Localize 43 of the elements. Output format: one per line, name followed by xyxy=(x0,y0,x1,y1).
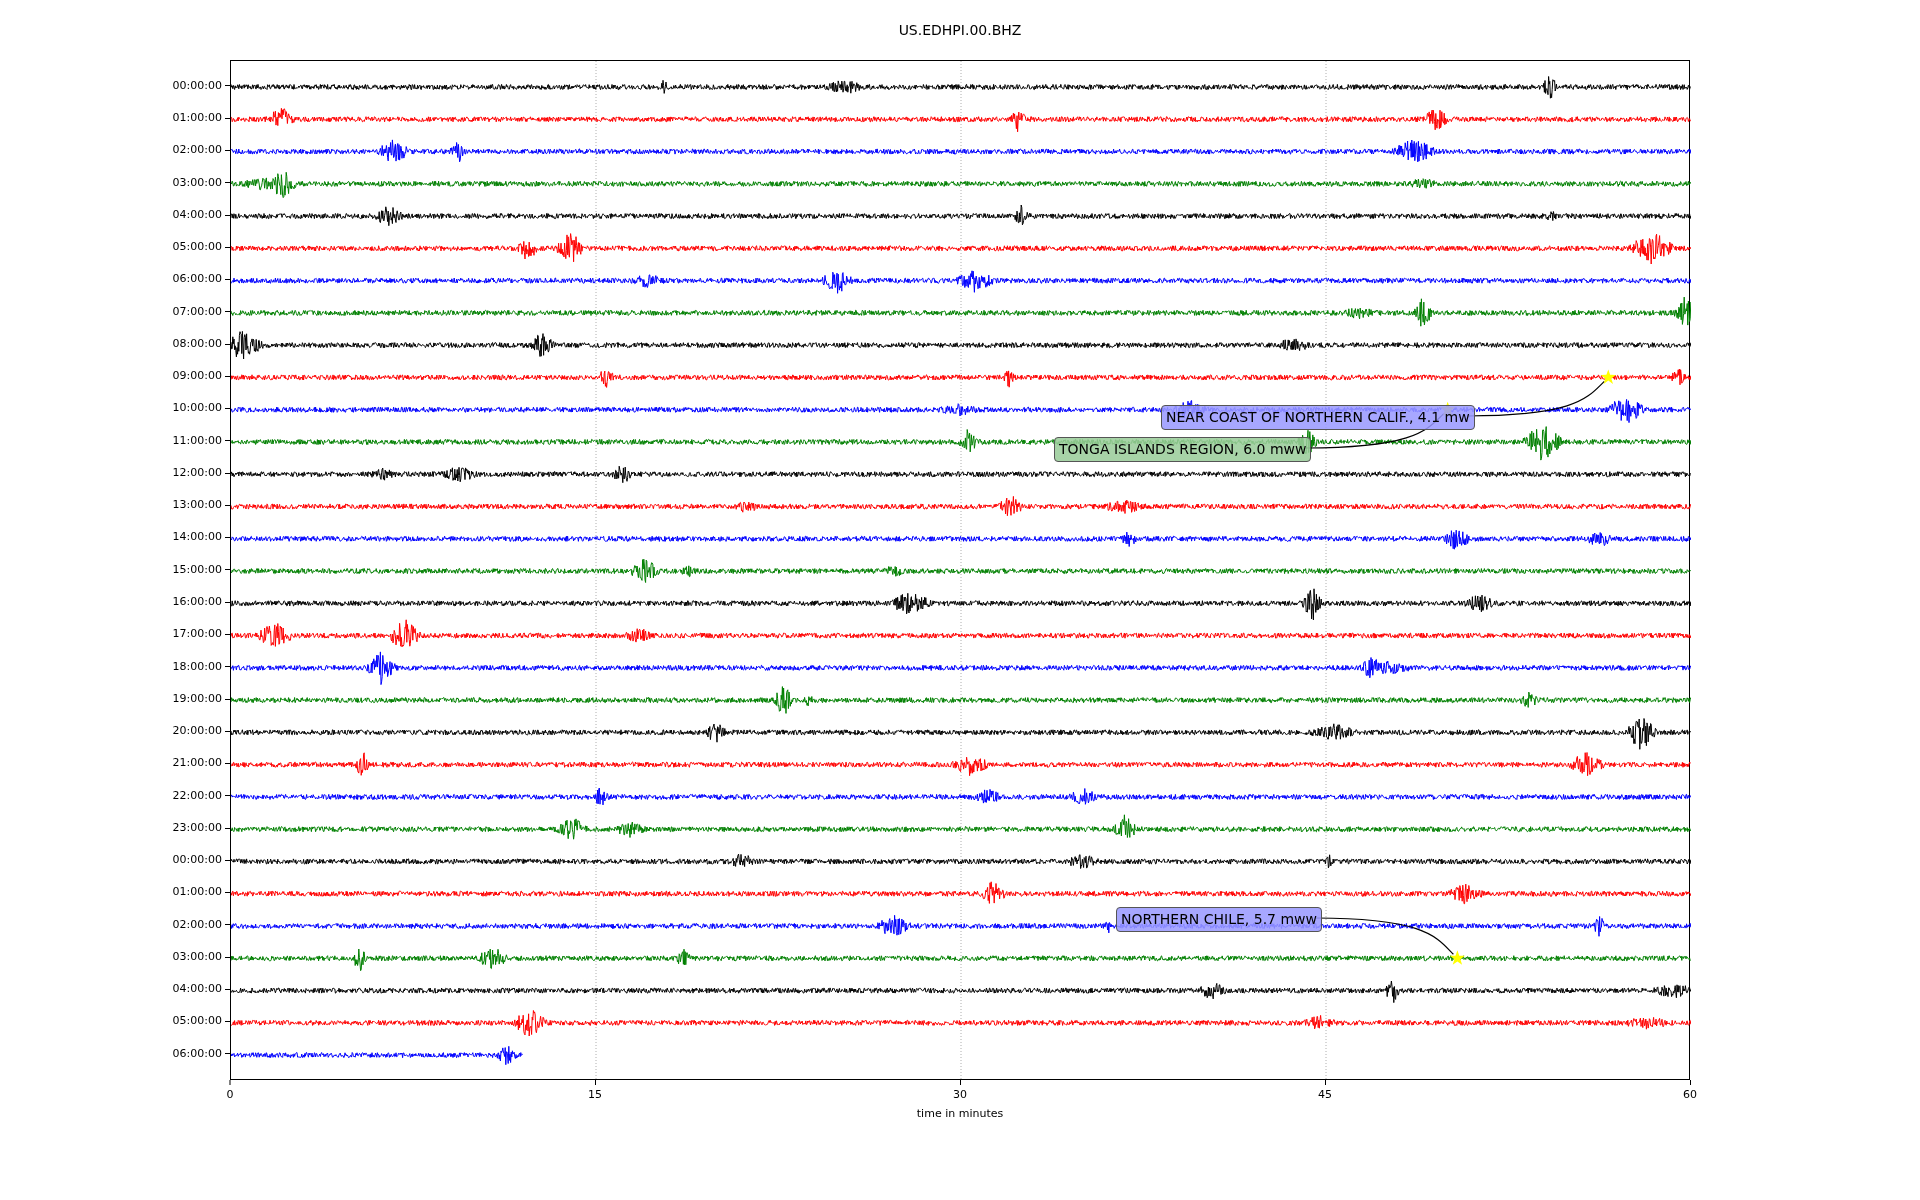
chart-title: US.EDHPI.00.BHZ xyxy=(898,20,1022,40)
event-label: TONGA ISLANDS REGION, 6.0 mww xyxy=(1054,437,1312,462)
time-label: 20:00:00 xyxy=(172,723,222,740)
time-label: 21:00:00 xyxy=(172,755,222,772)
time-label: 11:00:00 xyxy=(172,432,222,449)
axis-tick-label: 45 xyxy=(1318,1087,1332,1103)
time-label: 07:00:00 xyxy=(172,303,222,320)
time-label: 01:00:00 xyxy=(172,884,222,901)
time-label: 12:00:00 xyxy=(172,464,222,481)
time-label: 05:00:00 xyxy=(172,239,222,256)
axis-tick-label: 15 xyxy=(588,1087,602,1103)
axis-tick-label: 60 xyxy=(1683,1087,1697,1103)
time-label: 00:00:00 xyxy=(172,852,222,869)
time-label: 08:00:00 xyxy=(172,335,222,352)
time-label: 00:00:00 xyxy=(172,77,222,94)
time-label: 16:00:00 xyxy=(172,594,222,610)
time-label: 22:00:00 xyxy=(172,787,222,804)
time-label: 14:00:00 xyxy=(172,529,222,546)
time-label: 03:00:00 xyxy=(172,174,222,191)
axis-tick-label: 0 xyxy=(226,1087,234,1103)
time-label: 02:00:00 xyxy=(172,916,222,933)
time-label: 18:00:00 xyxy=(172,658,222,675)
time-label: 15:00:00 xyxy=(172,561,222,578)
time-label: 23:00:00 xyxy=(172,819,222,836)
time-label: 19:00:00 xyxy=(172,690,222,707)
time-label: 05:00:00 xyxy=(172,1013,222,1030)
star-icon xyxy=(1600,369,1616,384)
time-label: 01:00:00 xyxy=(172,110,222,126)
event-label: NEAR COAST OF NORTHERN CALIF., 4.1 mw xyxy=(1161,405,1475,430)
time-label: 02:00:00 xyxy=(172,142,222,159)
star-icon xyxy=(1449,950,1465,965)
time-label: 13:00:00 xyxy=(172,497,222,514)
time-label: 03:00:00 xyxy=(172,948,222,965)
time-label: 04:00:00 xyxy=(172,206,222,223)
time-label: 04:00:00 xyxy=(172,981,222,998)
time-label: 10:00:00 xyxy=(172,400,222,417)
time-label: 17:00:00 xyxy=(172,626,222,643)
axis-label: time in minutes xyxy=(916,1106,1004,1122)
axis-tick-label: 30 xyxy=(953,1087,967,1103)
event-label: NORTHERN CHILE, 5.7 mww xyxy=(1116,907,1322,932)
time-label: 09:00:00 xyxy=(172,368,222,385)
time-label: 06:00:00 xyxy=(172,1045,222,1062)
time-label: 06:00:00 xyxy=(172,271,222,288)
